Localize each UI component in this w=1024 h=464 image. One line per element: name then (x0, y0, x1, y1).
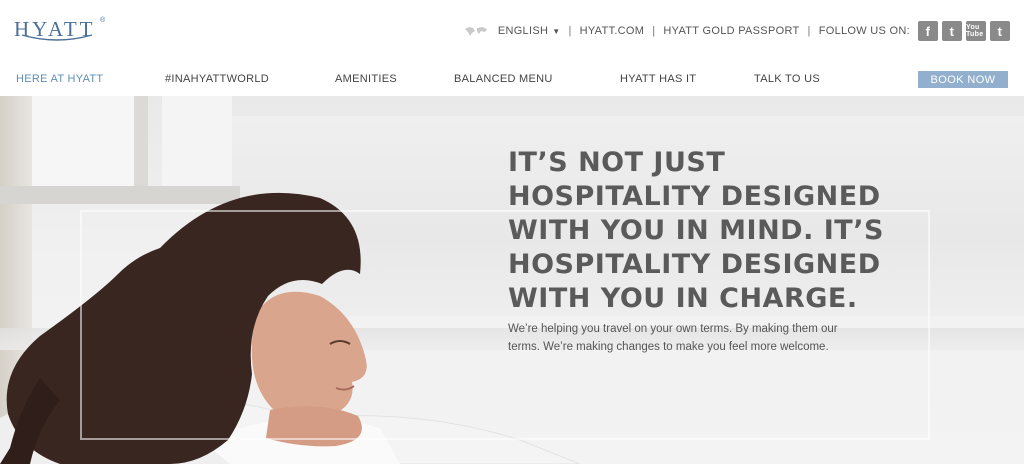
window-pane (32, 96, 148, 186)
divider: | (807, 25, 811, 37)
gold-passport-link[interactable]: HYATT GOLD PASSPORT (663, 25, 799, 37)
nav-here-at-hyatt[interactable]: HERE AT HYATT (16, 73, 103, 85)
headline-line: HOSPITALITY DESIGNED (508, 181, 881, 212)
hero-headline: IT’S NOT JUST HOSPITALITY DESIGNED WITH … (508, 146, 888, 316)
book-now-button[interactable]: BOOK NOW (918, 71, 1008, 88)
language-selector[interactable]: ENGLISH ▼ (498, 25, 561, 37)
language-label: ENGLISH (497, 25, 549, 37)
hero-banner: IT’S NOT JUST HOSPITALITY DESIGNED WITH … (0, 96, 1024, 464)
logo-swoosh-icon (21, 34, 93, 41)
nav-talk-to-us[interactable]: TALK TO US (754, 73, 820, 85)
utility-bar: ENGLISH ▼ | HYATT.COM | HYATT GOLD PASSP… (464, 18, 1010, 44)
facebook-icon[interactable]: f (918, 21, 938, 41)
world-map-icon (464, 27, 487, 36)
youtube-icon[interactable]: You Tube (966, 21, 986, 41)
twitter-icon[interactable]: t (942, 21, 962, 41)
headline-line: IT’S NOT JUST (508, 147, 726, 178)
social-links: f t You Tube t (918, 21, 1010, 41)
hero-subtext: We’re helping you travel on your own ter… (508, 323, 838, 353)
headline-line: WITH YOU IN CHARGE. (508, 283, 858, 314)
divider: | (568, 25, 572, 37)
hyatt-com-link[interactable]: HYATT.COM (580, 25, 645, 37)
tumblr-icon[interactable]: t (990, 21, 1010, 41)
headline-line: WITH YOU IN MIND. IT’S (508, 215, 884, 246)
chevron-down-icon: ▼ (552, 26, 561, 36)
follow-label: FOLLOW US ON: (818, 25, 910, 37)
top-header: HYATT ® ENGLISH ▼ | HYATT.COM | HYATT GO… (0, 0, 1024, 64)
nav-balanced-menu[interactable]: BALANCED MENU (454, 73, 553, 85)
main-nav: HERE AT HYATT #INAHYATTWORLD AMENITIES B… (0, 64, 1024, 96)
divider: | (652, 25, 656, 37)
nav-inahyattworld[interactable]: #INAHYATTWORLD (165, 73, 269, 85)
hyatt-logo[interactable]: HYATT ® (14, 17, 106, 45)
headline-line: HOSPITALITY DESIGNED (508, 249, 881, 280)
window-pane (162, 96, 232, 186)
registered-mark: ® (100, 17, 106, 24)
nav-hyatt-has-it[interactable]: HYATT HAS IT (620, 73, 696, 85)
nav-amenities[interactable]: AMENITIES (335, 73, 397, 85)
